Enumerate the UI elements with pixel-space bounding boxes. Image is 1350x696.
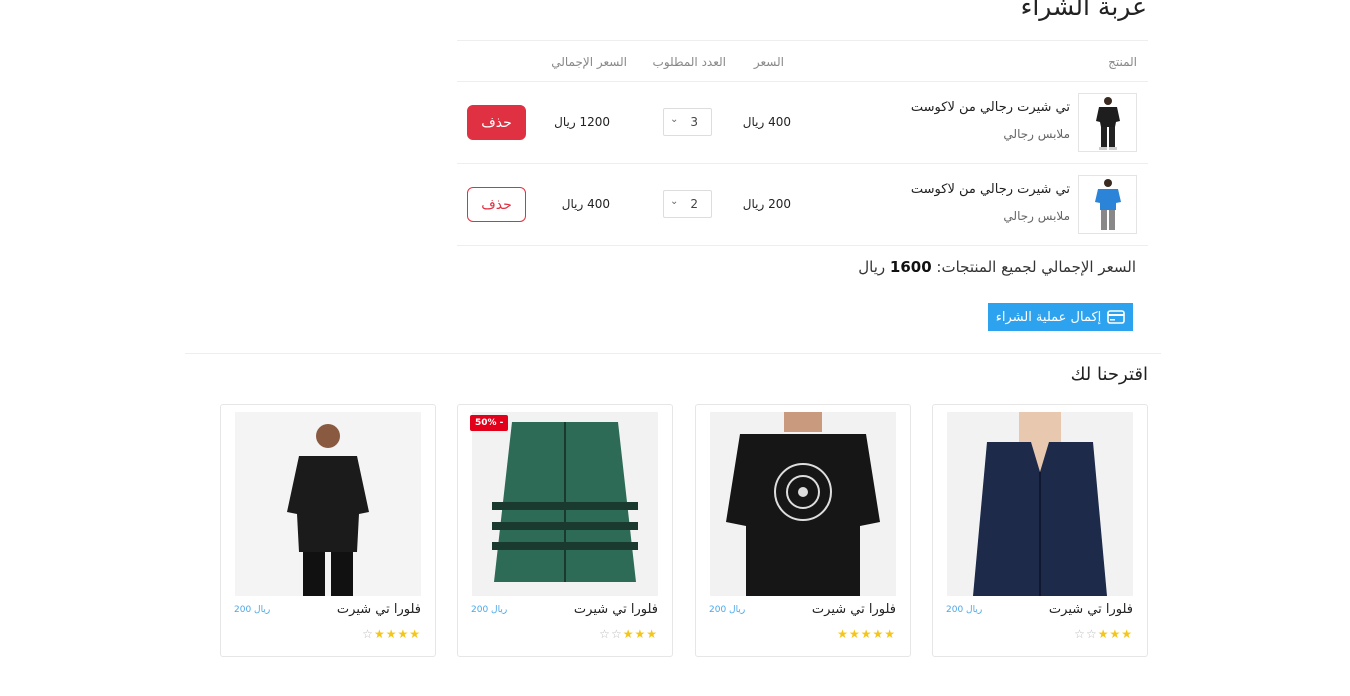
checkout-label: إكمال عملية الشراء xyxy=(995,309,1102,325)
product-name[interactable]: فلورا تي شيرت xyxy=(1049,602,1133,617)
header-total: السعر الإجمالي xyxy=(551,55,627,69)
star-empty-icon: ☆ xyxy=(362,627,374,641)
star-empty-icon: ☆ xyxy=(610,627,623,641)
delete-button[interactable]: حذف xyxy=(467,187,526,222)
rating-stars: ★★★☆☆ xyxy=(599,627,658,641)
header-price: السعر xyxy=(753,55,784,69)
product-name[interactable]: تي شيرت رجالي من لاكوست xyxy=(911,182,1070,197)
rating-stars: ★★★☆☆ xyxy=(1074,627,1133,641)
product-card[interactable]: فلورا تي شيرت 200 ريال ★★★★☆ xyxy=(220,404,436,657)
product-thumbnail[interactable] xyxy=(1078,93,1137,152)
product-card[interactable]: فلورا تي شيرت 200 ريال ★★★★★ xyxy=(695,404,911,657)
star-filled-icon: ★ xyxy=(397,627,410,641)
star-filled-icon: ★ xyxy=(385,627,398,641)
star-filled-icon: ★ xyxy=(622,627,635,641)
star-filled-icon: ★ xyxy=(1109,627,1122,641)
product-price: 200 ريال xyxy=(709,605,746,615)
star-empty-icon: ☆ xyxy=(1074,627,1086,641)
quantity-select[interactable]: 2 ⌄ xyxy=(663,190,712,218)
credit-card-icon xyxy=(1107,310,1126,324)
suggestions-title: اقترحنا لك xyxy=(1070,364,1148,385)
star-empty-icon: ☆ xyxy=(1085,627,1098,641)
unit-price: 400 ريال xyxy=(742,115,791,129)
line-total: 400 ريال xyxy=(561,197,610,211)
product-name[interactable]: فلورا تي شيرت xyxy=(337,602,421,617)
star-filled-icon: ★ xyxy=(860,627,873,641)
grand-total: السعر الإجمالي لجميع المنتجات: 1600 ريال xyxy=(858,258,1136,276)
cart-table: المنتج السعر العدد المطلوب السعر الإجمال… xyxy=(457,40,1148,246)
discount-badge: 50% - xyxy=(470,415,509,431)
checkout-button[interactable]: إكمال عملية الشراء xyxy=(988,303,1133,331)
grand-total-value: 1600 xyxy=(889,258,932,276)
person-shirt-icon xyxy=(1094,178,1121,230)
page-title: عربة الشراء xyxy=(1020,0,1147,21)
rating-stars: ★★★★☆ xyxy=(362,627,421,641)
chevron-down-icon: ⌄ xyxy=(670,196,679,207)
product-image[interactable] xyxy=(947,412,1133,596)
grand-total-currency: ريال xyxy=(858,258,886,276)
product-name[interactable]: فلورا تي شيرت xyxy=(574,602,658,617)
star-empty-icon: ☆ xyxy=(599,627,611,641)
product-price: 200 ريال xyxy=(946,605,983,615)
star-filled-icon: ★ xyxy=(646,627,658,641)
product-image[interactable] xyxy=(710,412,896,596)
cart-row: تي شيرت رجالي من لاكوست ملابس رجالي 200 … xyxy=(457,164,1148,246)
grand-total-label: السعر الإجمالي لجميع المنتجات: xyxy=(936,258,1136,276)
chevron-down-icon: ⌄ xyxy=(670,114,679,125)
delete-button[interactable]: حذف xyxy=(467,105,526,140)
product-thumbnail[interactable] xyxy=(1078,175,1137,234)
product-category: ملابس رجالي xyxy=(1003,127,1070,141)
quantity-select[interactable]: 3 ⌄ xyxy=(663,108,712,136)
header-product: المنتج xyxy=(1108,55,1137,69)
product-image[interactable] xyxy=(472,412,658,596)
product-name[interactable]: فلورا تي شيرت xyxy=(812,602,896,617)
star-filled-icon: ★ xyxy=(1121,627,1133,641)
cart-header-row: المنتج السعر العدد المطلوب السعر الإجمال… xyxy=(457,40,1148,82)
star-filled-icon: ★ xyxy=(848,627,861,641)
quantity-value: 3 xyxy=(690,115,698,129)
product-category: ملابس رجالي xyxy=(1003,209,1070,223)
rating-stars: ★★★★★ xyxy=(837,627,896,641)
star-filled-icon: ★ xyxy=(634,627,647,641)
quantity-value: 2 xyxy=(690,197,698,211)
divider xyxy=(185,353,1161,354)
product-name[interactable]: تي شيرت رجالي من لاكوست xyxy=(911,100,1070,115)
product-price: 200 ريال xyxy=(234,605,271,615)
cart-row: تي شيرت رجالي من لاكوست ملابس رجالي 400 … xyxy=(457,82,1148,164)
line-total: 1200 ريال xyxy=(554,115,610,129)
product-price: 200 ريال xyxy=(471,605,508,615)
star-filled-icon: ★ xyxy=(837,627,849,641)
star-filled-icon: ★ xyxy=(373,627,386,641)
star-filled-icon: ★ xyxy=(409,627,421,641)
star-filled-icon: ★ xyxy=(884,627,896,641)
product-card[interactable]: 50% - فلورا تي شيرت 200 ريال ★★★☆☆ xyxy=(457,404,673,657)
header-quantity: العدد المطلوب xyxy=(652,55,726,69)
product-image[interactable] xyxy=(235,412,421,596)
star-filled-icon: ★ xyxy=(1097,627,1110,641)
person-shirt-icon xyxy=(1095,96,1120,150)
product-card[interactable]: فلورا تي شيرت 200 ريال ★★★☆☆ xyxy=(932,404,1148,657)
star-filled-icon: ★ xyxy=(872,627,885,641)
unit-price: 200 ريال xyxy=(742,197,791,211)
